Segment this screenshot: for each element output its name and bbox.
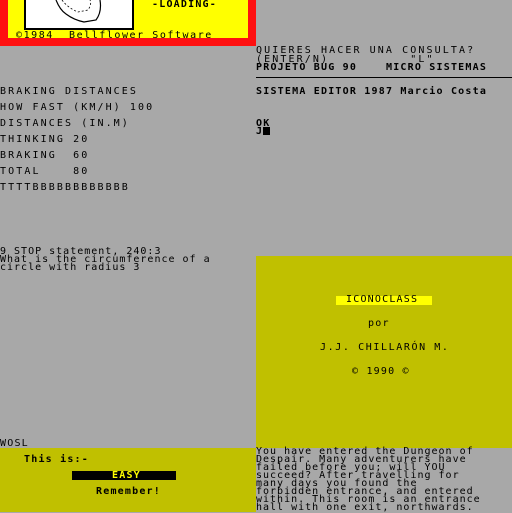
thinking-line: THINKING 20	[0, 134, 90, 145]
distance-bar-text: TTTTBBBBBBBBBBBB	[0, 182, 130, 193]
dungeon-line-8: hall with one exit, northwards.	[256, 502, 474, 513]
por-text: por	[368, 318, 390, 329]
project-title: PROJETO BUG 90 MICRO SISTEMAS	[256, 62, 488, 73]
this-is-label: This is:-	[24, 454, 89, 465]
author-name: J.J. CHILLARÓN M.	[320, 342, 450, 353]
braking-title: BRAKING DISTANCES	[0, 86, 139, 97]
remember-label: Remember!	[96, 486, 161, 497]
year-text: © 1990 ©	[352, 366, 410, 377]
question-line-2: circle with radius 3	[0, 262, 141, 273]
text-cursor	[263, 127, 271, 135]
how-fast-line: HOW FAST (KM/H) 100	[0, 102, 155, 113]
distances-line: DISTANCES (IN.M)	[0, 118, 130, 129]
total-line: TOTAL 80	[0, 166, 90, 177]
map-outline-icon	[55, 0, 102, 23]
command-prompt[interactable]: J	[256, 126, 271, 137]
difficulty-level: EASY	[112, 470, 141, 481]
prompt-mode: J	[256, 126, 264, 137]
braking-line: BRAKING 60	[0, 150, 90, 161]
game-title: ICONOCLASS	[346, 294, 419, 305]
copyright-text: ©1984 Bellflower Software	[16, 30, 213, 41]
loading-picture	[24, 0, 134, 30]
divider	[256, 77, 512, 78]
loading-label: -LOADING-	[152, 0, 217, 10]
editor-title: SISTEMA EDITOR 1987 Marcio Costa	[256, 86, 488, 97]
